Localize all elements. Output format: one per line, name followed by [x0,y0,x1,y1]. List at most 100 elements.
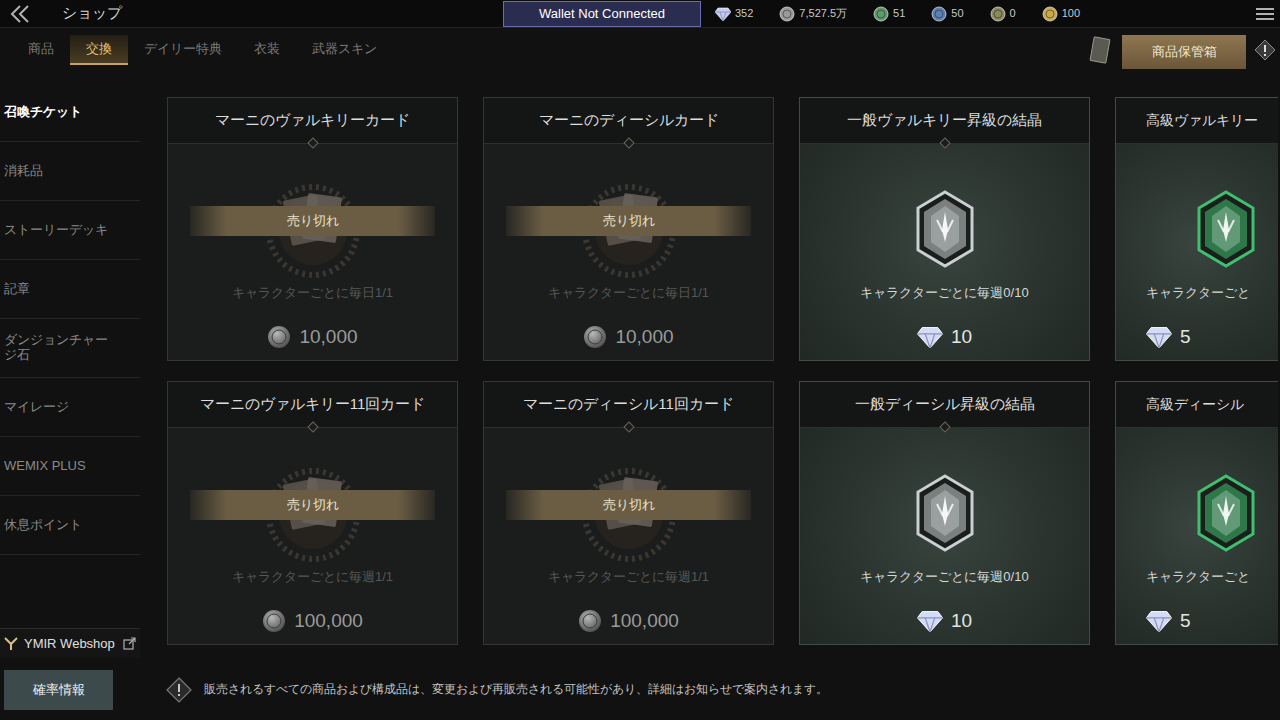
tab[interactable]: デイリー特典 [128,35,238,65]
silver-coin-icon [267,325,291,349]
crystal-icon [915,474,975,552]
silver-coin-icon [578,609,602,633]
back-button[interactable] [0,4,62,24]
purchase-limit: キャラクターごとに毎週0/10 [800,283,1089,303]
diamond-icon [1146,610,1172,632]
sold-out-banner: 売り切れ [506,206,751,236]
coin-icon [990,6,1006,22]
card-header: 高級ヴァルキリー [1116,98,1278,144]
external-link-icon [123,637,136,650]
product-card[interactable]: 高級ディーシルキャラクターごと5 [1115,381,1278,645]
sidebar-item[interactable]: 休息ポイント [0,496,140,555]
price: 5 [1116,323,1278,352]
main-area: 召喚チケット消耗品ストーリーデッキ記章ダンジョンチャージ石マイレージWEMIX … [0,72,1280,660]
tab[interactable]: 武器スキン [296,35,393,65]
card-header: マーニのディーシルカード [484,98,773,144]
coin-icon [779,6,795,22]
top-bar: ショップWallet Not Connected3527,527.5万51500… [0,0,1280,28]
wallet-button[interactable]: Wallet Not Connected [503,1,701,27]
sidebar-item[interactable]: 消耗品 [0,142,140,201]
price: 10,000 [484,323,773,352]
alert-icon[interactable] [1254,39,1276,61]
crystal-icon [1196,190,1256,268]
shop-screen: ショップWallet Not Connected3527,527.5万51500… [0,0,1280,720]
card-title: マーニのディーシルカード [539,109,719,132]
menu-icon[interactable] [1256,7,1274,21]
purchase-limit: キャラクターごとに毎週1/1 [168,567,457,587]
silver-coin-icon [583,325,607,349]
tab[interactable]: 交換 [70,35,128,65]
price: 10 [800,607,1089,636]
card-image [800,144,1089,283]
diamond-icon [1146,326,1172,348]
sidebar: 召喚チケット消耗品ストーリーデッキ記章ダンジョンチャージ石マイレージWEMIX … [0,72,140,660]
sidebar-item[interactable]: ストーリーデッキ [0,201,140,260]
card-title: 一般ディーシル昇級の結晶 [855,393,1035,416]
card-header: マーニのディーシル11回カード [484,382,773,428]
sidebar-item[interactable]: マイレージ [0,378,140,437]
back-icon [8,4,32,24]
page-title: ショップ [62,2,503,25]
purchase-limit: キャラクターごとに毎週0/10 [800,567,1089,587]
product-card[interactable]: 一般ディーシル昇級の結晶キャラクターごとに毎週0/10 10 [799,381,1090,645]
tab[interactable]: 商品 [12,35,70,65]
tab[interactable]: 衣装 [238,35,296,65]
coin-icon [1042,6,1058,22]
product-card[interactable]: 高級ヴァルキリーキャラクターごと5 [1115,97,1278,361]
sidebar-item[interactable]: WEMIX PLUS [0,437,140,496]
card-header: 一般ヴァルキリー昇級の結晶 [800,98,1089,144]
sold-out-banner: 売り切れ [190,206,435,236]
currency-item: 7,527.5万 [779,5,847,22]
coin-icon [931,6,947,22]
price: 10 [800,323,1089,352]
card-image: 売り切れ [484,428,773,567]
sidebar-item[interactable]: 召喚チケット [0,83,140,142]
diamond-icon [917,610,943,632]
card-image: 売り切れ [168,428,457,567]
header-ornament [307,421,318,432]
card-title: マーニのディーシル11回カード [523,393,734,416]
webshop-link[interactable]: YMIR Webshop [0,628,140,658]
purchase-limit: キャラクターごとに毎週1/1 [484,567,773,587]
card-title: 高級ヴァルキリー [1146,110,1258,131]
diamond-icon [917,326,943,348]
purchase-limit: キャラクターごとに毎日1/1 [484,283,773,303]
silver-coin-icon [262,609,286,633]
card-image [800,428,1089,567]
product-card[interactable]: マーニのディーシルカード売り切れキャラクターごとに毎日1/1 10,000 [483,97,774,361]
product-card[interactable]: マーニのヴァルキリーカード売り切れキャラクターごとに毎日1/110,000 [167,97,458,361]
product-grid-area: マーニのヴァルキリーカード売り切れキャラクターごとに毎日1/110,000マーニ… [140,72,1280,660]
purchase-limit: キャラクターごと [1116,567,1278,587]
sidebar-item[interactable]: ダンジョンチャージ石 [0,319,140,378]
notice-text: 販売されるすべての商品および構成品は、変更および再販売される可能性があり、詳細は… [204,681,828,698]
header-ornament [939,421,950,432]
product-grid: マーニのヴァルキリーカード売り切れキャラクターごとに毎日1/110,000マーニ… [167,97,1280,645]
sidebar-item[interactable]: 記章 [0,260,140,319]
card-image [1116,144,1278,283]
card-header: マーニのヴァルキリー11回カード [168,382,457,428]
card-title: 一般ヴァルキリー昇級の結晶 [847,109,1042,132]
card-title: マーニのヴァルキリーカード [215,109,410,132]
product-card[interactable]: 一般ヴァルキリー昇級の結晶キャラクターごとに毎週0/10 10 [799,97,1090,361]
sold-out-banner: 売り切れ [506,490,751,520]
price: 100,000 [168,607,457,636]
header-ornament [307,137,318,148]
card-image [1116,428,1278,567]
price: 100,000 [484,607,773,636]
product-card[interactable]: マーニのディーシル11回カード売り切れキャラクターごとに毎週1/1 100,000 [483,381,774,645]
product-card[interactable]: マーニのヴァルキリー11回カード売り切れキャラクターごとに毎週1/1 100,00… [167,381,458,645]
price: 10,000 [168,323,457,352]
card-title: マーニのヴァルキリー11回カード [200,393,426,416]
price: 5 [1116,607,1278,636]
currency-bar: 3527,527.5万51500100 [715,5,1080,22]
odds-button[interactable]: 確率情報 [4,670,113,710]
header-ornament [939,137,950,148]
card-image: 売り切れ [484,144,773,283]
notice-icon [166,677,192,703]
crystal-icon [915,190,975,268]
currency-item: 50 [931,5,963,22]
card-header: 一般ディーシル昇級の結晶 [800,382,1089,428]
currency-item: 352 [715,5,753,22]
storage-button[interactable]: 商品保管箱 [1122,35,1246,69]
card-icon[interactable] [1088,35,1112,65]
